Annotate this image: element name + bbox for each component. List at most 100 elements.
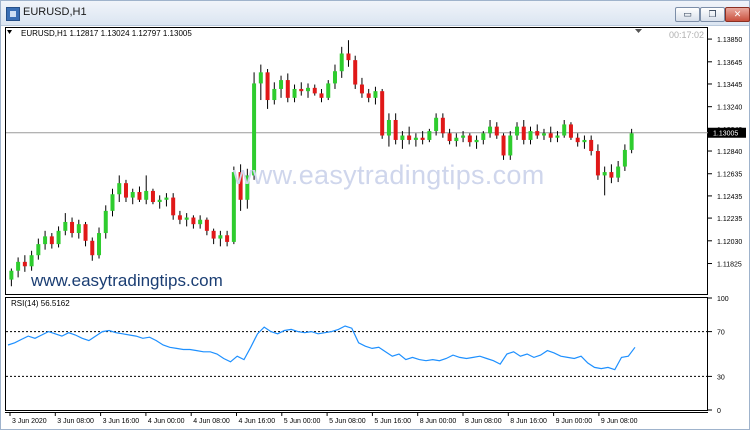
bull-candle (400, 135, 405, 140)
price-tick-label: 1.11825 (717, 262, 742, 269)
time-tick-label: 3 Jun 16:00 (103, 418, 140, 425)
bear-candle (575, 137, 580, 143)
bear-candle (568, 124, 573, 138)
current-price-label: 1.13005 (713, 131, 738, 138)
bear-candle (494, 126, 499, 136)
chart-area[interactable]: 1.138501.136451.134451.132401.130401.128… (5, 27, 747, 429)
bull-candle (76, 224, 81, 234)
bear-candle (393, 119, 398, 140)
bull-candle (427, 131, 432, 140)
bear-candle (346, 53, 351, 61)
bull-candle (602, 172, 607, 176)
watermark-center: www.easytradingtips.com (233, 160, 545, 190)
bear-candle (299, 88, 304, 92)
bull-candle (373, 91, 378, 98)
bear-candle (548, 133, 553, 138)
bull-candle (616, 166, 621, 178)
bull-candle (562, 124, 567, 136)
price-tick-label: 1.12635 (717, 172, 742, 179)
bear-candle (123, 183, 128, 198)
bear-candle (285, 80, 290, 98)
window-title: EURUSD,H1 (23, 6, 87, 18)
bull-candle (157, 199, 162, 203)
price-tick-label: 1.13850 (717, 37, 742, 44)
bull-candle (130, 192, 135, 198)
bull-candle (16, 261, 21, 271)
bull-candle (184, 217, 189, 220)
window-titlebar[interactable]: EURUSD,H1 ▭ ❐ ✕ (1, 1, 750, 26)
bull-candle (279, 80, 284, 89)
bull-candle (515, 126, 520, 136)
bear-candle (353, 60, 358, 85)
time-tick-label: 5 Jun 16:00 (374, 418, 411, 425)
time-tick-label: 9 Jun 08:00 (601, 418, 638, 425)
bear-candle (366, 93, 371, 98)
bear-candle (22, 261, 27, 267)
time-tick-label: 3 Jun 2020 (12, 418, 47, 425)
bull-candle (29, 255, 34, 267)
restore-button[interactable]: ❐ (700, 7, 725, 22)
bull-candle (43, 236, 48, 245)
bull-candle (272, 88, 277, 101)
bull-candle (332, 71, 337, 84)
bull-candle (292, 88, 297, 98)
bull-candle (9, 270, 14, 280)
time-tick-label: 5 Jun 00:00 (284, 418, 321, 425)
time-tick-label: 4 Jun 08:00 (193, 418, 230, 425)
bear-candle (312, 87, 317, 94)
bear-candle (589, 139, 594, 152)
bear-candle (319, 93, 324, 98)
time-tick-label: 5 Jun 08:00 (329, 418, 366, 425)
bull-candle (622, 149, 627, 167)
bull-candle (103, 210, 108, 234)
bear-candle (90, 240, 95, 256)
bear-candle (420, 137, 425, 140)
time-tick-label: 3 Jun 08:00 (57, 418, 94, 425)
price-tick-label: 1.13240 (717, 105, 742, 112)
bull-candle (164, 197, 169, 200)
bull-candle (488, 126, 493, 134)
bear-candle (535, 131, 540, 136)
bear-candle (359, 84, 364, 94)
bull-candle (434, 117, 439, 132)
time-tick-label: 8 Jun 16:00 (510, 418, 547, 425)
time-tick-label: 9 Jun 00:00 (556, 418, 593, 425)
price-tick-label: 1.12030 (717, 239, 742, 246)
bear-candle (609, 172, 614, 178)
bull-candle (629, 133, 634, 150)
time-axis: 3 Jun 2020 3 Jun 08:00 3 Jun 16:00 4 Jun 00… (9, 412, 638, 425)
time-tick-label: 4 Jun 16:00 (239, 418, 276, 425)
chart-window-icon (6, 7, 20, 21)
bear-candle (380, 91, 385, 136)
rsi-tick-label: 0 (717, 408, 721, 415)
rsi-tick-label: 70 (717, 330, 725, 337)
bear-candle (595, 151, 600, 176)
time-tick-label: 4 Jun 00:00 (148, 418, 185, 425)
bear-candle (501, 135, 506, 156)
bear-candle (265, 72, 270, 101)
bull-candle (461, 135, 466, 138)
bull-candle (508, 135, 513, 156)
bull-candle (582, 139, 587, 143)
bull-candle (117, 183, 122, 195)
price-tick-label: 1.13645 (717, 60, 742, 67)
bull-candle (339, 53, 344, 72)
bull-candle (528, 131, 533, 140)
rsi-tick-label: 30 (717, 374, 725, 381)
bear-candle (177, 215, 182, 220)
bar-countdown: 00:17:02 (669, 30, 705, 40)
bull-candle (474, 139, 479, 143)
bear-candle (440, 117, 445, 134)
bear-candle (191, 217, 196, 225)
chart-canvas[interactable]: 1.138501.136451.134451.132401.130401.128… (5, 27, 747, 429)
bull-candle (326, 83, 331, 98)
close-button[interactable]: ✕ (725, 7, 750, 22)
bear-candle (204, 219, 209, 231)
minimize-button[interactable]: ▭ (675, 7, 700, 22)
bull-candle (110, 194, 115, 211)
chart-window: EURUSD,H1 ▭ ❐ ✕ 1.13850 1.13645 1.13445 1.1… (0, 0, 750, 430)
bull-candle (541, 133, 546, 136)
bull-candle (218, 235, 223, 239)
rsi-tick-label: 100 (717, 296, 729, 303)
bear-candle (70, 221, 75, 234)
